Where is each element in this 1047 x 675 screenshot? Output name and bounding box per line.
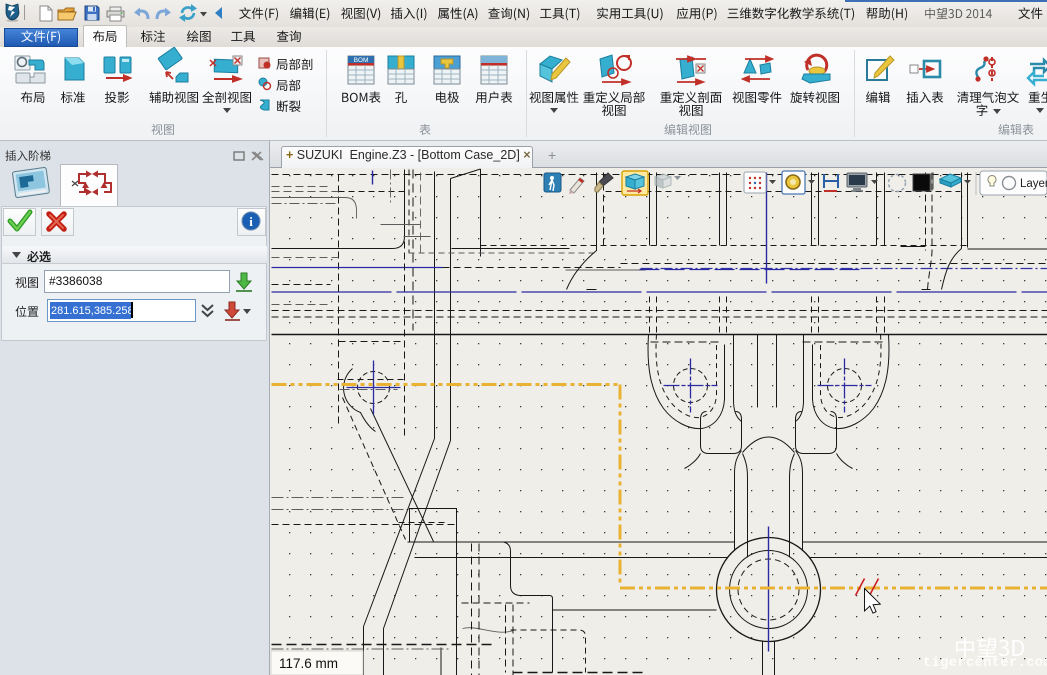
svg-text:117.6 mm: 117.6 mm	[279, 656, 338, 671]
svg-text:i: i	[249, 214, 253, 229]
svg-text:Layer0: Layer0	[1020, 178, 1047, 190]
svg-text:BOM: BOM	[354, 57, 369, 64]
svg-text:tigercenter.com: tigercenter.com	[923, 656, 1047, 671]
